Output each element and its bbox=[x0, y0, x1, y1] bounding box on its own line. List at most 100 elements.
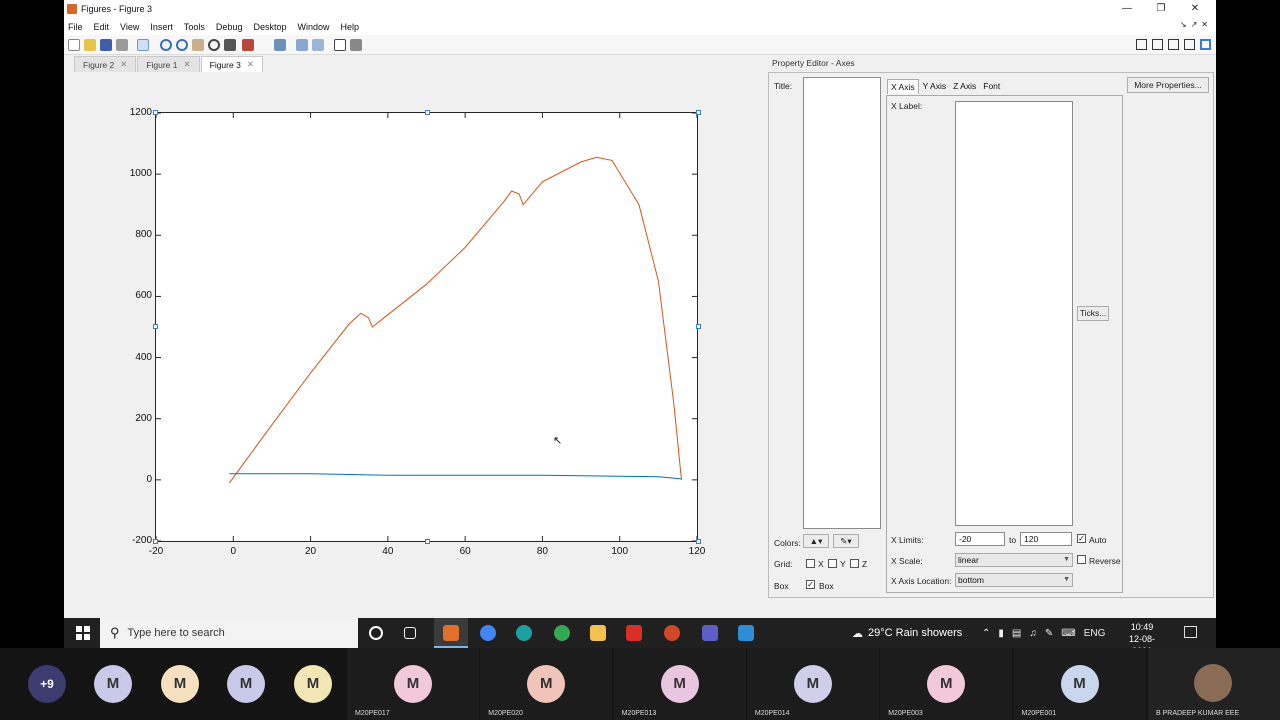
menu-help[interactable]: Help bbox=[341, 22, 360, 32]
overflow-tile[interactable]: +9 bbox=[0, 648, 80, 720]
series-line-1[interactable] bbox=[228, 156, 682, 484]
dock-controls[interactable]: ↘↗✕ bbox=[1180, 20, 1212, 29]
taskbar-matlab-active[interactable] bbox=[434, 618, 468, 648]
weather-widget[interactable]: ☁ 29°C Rain showers bbox=[852, 618, 962, 648]
volume-icon[interactable]: ♫ bbox=[1029, 628, 1037, 639]
link-plot-icon[interactable] bbox=[274, 39, 286, 51]
x-label-field[interactable] bbox=[955, 101, 1073, 526]
selection-handle[interactable] bbox=[425, 110, 430, 115]
edge-icon[interactable] bbox=[516, 625, 532, 641]
more-properties-button[interactable]: More Properties... bbox=[1127, 77, 1209, 93]
close-tab-icon[interactable]: ✕ bbox=[184, 59, 191, 70]
tab-figure-1[interactable]: Figure 1 ✕ bbox=[137, 56, 200, 72]
selection-handle[interactable] bbox=[696, 539, 701, 544]
tab-y-axis[interactable]: Y Axis bbox=[920, 79, 949, 94]
participant-tile[interactable]: M M20PE013 bbox=[613, 648, 746, 720]
close-tab-icon[interactable]: ✕ bbox=[120, 59, 127, 70]
selection-handle[interactable] bbox=[153, 324, 158, 329]
participant-tile[interactable]: M M20PE003 bbox=[880, 648, 1013, 720]
auto-checkbox[interactable]: ✓ bbox=[1077, 534, 1086, 543]
selection-handle[interactable] bbox=[425, 539, 430, 544]
teams-icon[interactable] bbox=[702, 625, 718, 641]
close-tab-icon[interactable]: ✕ bbox=[247, 59, 254, 70]
cortana-icon[interactable] bbox=[369, 626, 383, 640]
open-icon[interactable] bbox=[84, 39, 96, 51]
keyboard-icon[interactable]: ⌨ bbox=[1061, 628, 1075, 639]
participant-tile[interactable]: M bbox=[280, 648, 346, 720]
new-figure-icon[interactable] bbox=[68, 39, 80, 51]
zoom-in-icon[interactable] bbox=[160, 39, 172, 51]
menu-debug[interactable]: Debug bbox=[216, 22, 243, 32]
presenter-tile[interactable]: B PRADEEP KUMAR EEE bbox=[1148, 648, 1280, 720]
print-icon[interactable] bbox=[116, 39, 128, 51]
participant-tile[interactable]: M M20PE001 bbox=[1013, 648, 1146, 720]
battery-icon[interactable]: ▮ bbox=[998, 628, 1004, 639]
start-button[interactable] bbox=[76, 626, 90, 640]
selection-handle[interactable] bbox=[153, 539, 158, 544]
x-limit-max-input[interactable]: 120 bbox=[1020, 532, 1072, 546]
float-icon[interactable] bbox=[1184, 39, 1195, 50]
show-plot-tools-icon[interactable] bbox=[350, 39, 362, 51]
participant-tile[interactable]: M bbox=[80, 648, 146, 720]
maximize-doc-icon[interactable] bbox=[1200, 39, 1211, 50]
chrome-profile-icon[interactable] bbox=[554, 625, 570, 641]
language-indicator[interactable]: ENG bbox=[1084, 628, 1106, 639]
tile-grid-icon[interactable] bbox=[1136, 39, 1147, 50]
tab-x-axis[interactable]: X Axis bbox=[887, 79, 919, 94]
restore-button[interactable]: ❐ bbox=[1146, 1, 1176, 17]
tile-rows-icon[interactable] bbox=[1168, 39, 1179, 50]
chevron-up-icon[interactable]: ⌃ bbox=[982, 628, 990, 639]
pan-icon[interactable] bbox=[192, 39, 204, 51]
pdf-icon[interactable] bbox=[626, 625, 642, 641]
participant-tile[interactable]: M bbox=[147, 648, 213, 720]
close-button[interactable]: ✕ bbox=[1180, 1, 1210, 17]
tab-figure-2[interactable]: Figure 2 ✕ bbox=[74, 56, 137, 72]
notification-icon[interactable] bbox=[1184, 626, 1197, 638]
menu-file[interactable]: File bbox=[68, 22, 83, 32]
network-icon[interactable]: ▤ bbox=[1012, 628, 1021, 639]
grid-x-checkbox[interactable] bbox=[806, 559, 815, 568]
series-line-2[interactable] bbox=[229, 473, 682, 480]
menu-desktop[interactable]: Desktop bbox=[253, 22, 286, 32]
menu-tools[interactable]: Tools bbox=[184, 22, 205, 32]
tab-z-axis[interactable]: Z Axis bbox=[950, 79, 979, 94]
search-box[interactable]: ⚲ Type here to search bbox=[100, 618, 358, 648]
participant-tile[interactable]: M M20PE020 bbox=[480, 648, 613, 720]
selection-handle[interactable] bbox=[696, 110, 701, 115]
grid-z-checkbox[interactable] bbox=[850, 559, 859, 568]
hide-plot-tools-icon[interactable] bbox=[334, 39, 346, 51]
powerpoint-icon[interactable] bbox=[664, 625, 680, 641]
edge-color-button[interactable]: ✎▾ bbox=[833, 534, 859, 548]
menu-edit[interactable]: Edit bbox=[94, 22, 110, 32]
tile-columns-icon[interactable] bbox=[1152, 39, 1163, 50]
rotate-icon[interactable] bbox=[208, 39, 220, 51]
grid-y-checkbox[interactable] bbox=[828, 559, 837, 568]
selection-handle[interactable] bbox=[696, 324, 701, 329]
participant-tile[interactable]: M bbox=[213, 648, 279, 720]
save-icon[interactable] bbox=[100, 39, 112, 51]
brush-icon[interactable] bbox=[242, 39, 254, 51]
chrome-icon[interactable] bbox=[480, 625, 496, 641]
x-axis-location-select[interactable]: bottom ▼ bbox=[955, 573, 1073, 587]
tab-figure-3[interactable]: Figure 3 ✕ bbox=[200, 56, 263, 72]
selection-handle[interactable] bbox=[153, 110, 158, 115]
menu-view[interactable]: View bbox=[120, 22, 139, 32]
x-limit-min-input[interactable]: -20 bbox=[955, 532, 1005, 546]
participant-tile[interactable]: M M20PE017 bbox=[347, 648, 479, 720]
reverse-checkbox[interactable] bbox=[1077, 555, 1086, 564]
photos-icon[interactable] bbox=[738, 625, 754, 641]
ticks-button[interactable]: Ticks... bbox=[1077, 306, 1109, 321]
data-cursor-icon[interactable] bbox=[224, 39, 236, 51]
x-scale-select[interactable]: linear ▼ bbox=[955, 553, 1073, 567]
insert-colorbar-icon[interactable] bbox=[296, 39, 308, 51]
box-checkbox[interactable]: ✓ bbox=[806, 580, 815, 589]
zoom-out-icon[interactable] bbox=[176, 39, 188, 51]
menu-insert[interactable]: Insert bbox=[150, 22, 173, 32]
face-color-button[interactable]: ▲▾ bbox=[803, 534, 829, 548]
pen-icon[interactable]: ✎ bbox=[1045, 628, 1053, 639]
insert-legend-icon[interactable] bbox=[312, 39, 324, 51]
title-field[interactable] bbox=[803, 77, 881, 529]
tab-font[interactable]: Font bbox=[980, 79, 1003, 94]
pointer-icon[interactable] bbox=[137, 39, 149, 51]
minimize-button[interactable]: — bbox=[1112, 1, 1142, 17]
